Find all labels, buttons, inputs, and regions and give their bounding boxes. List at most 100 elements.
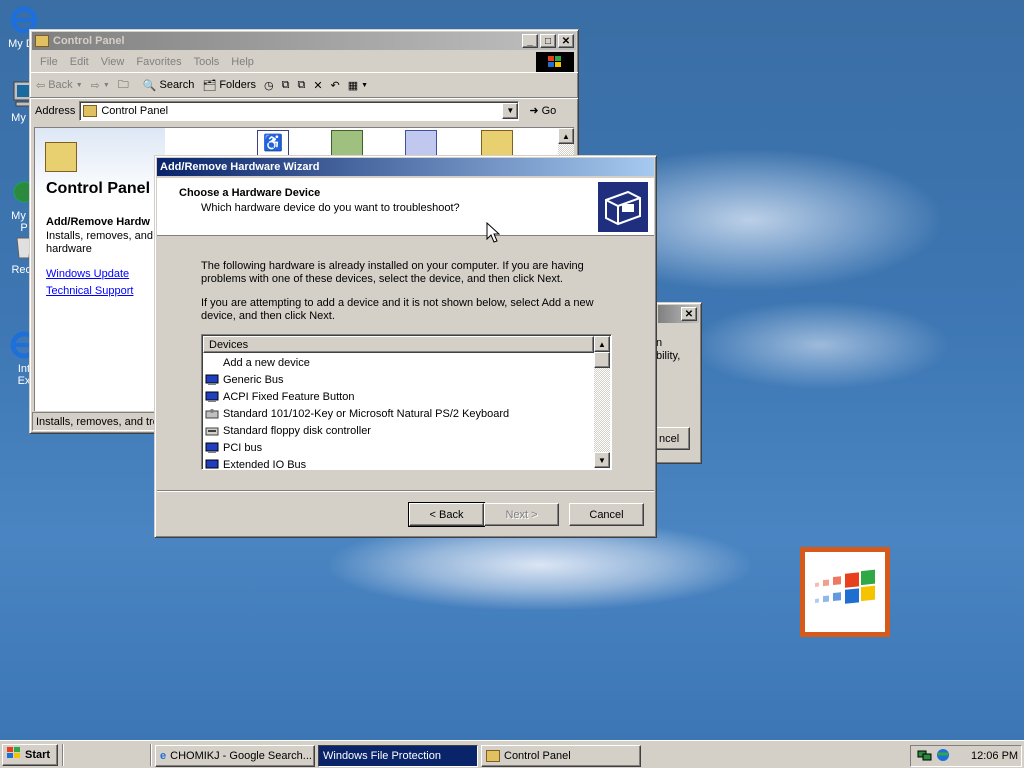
- control-panel-icon: [486, 750, 500, 762]
- computer-icon: [205, 391, 219, 403]
- address-dropdown-button[interactable]: ▼: [502, 102, 519, 119]
- devices-column-header[interactable]: Devices: [203, 336, 594, 353]
- delete-button[interactable]: ✕: [313, 79, 322, 92]
- system-tray: 12:06 PM: [910, 745, 1022, 767]
- list-item[interactable]: ACPI Fixed Feature Button: [202, 388, 611, 405]
- start-button[interactable]: Start: [2, 743, 58, 766]
- status-text: Installs, removes, and tro: [36, 416, 159, 428]
- folder-options-icon[interactable]: [481, 130, 513, 156]
- wizard-heading: Choose a Hardware Device: [179, 187, 321, 199]
- close-button[interactable]: ✕: [558, 34, 574, 48]
- address-input[interactable]: Control Panel ▼: [79, 100, 520, 121]
- search-button[interactable]: 🔍 Search: [143, 79, 195, 92]
- keyboard-icon: [205, 408, 219, 420]
- go-arrow-icon: ➜: [529, 105, 539, 117]
- control-panel-icon: [83, 104, 98, 117]
- address-bar: Address Control Panel ▼ ➜ Go: [30, 98, 578, 122]
- wizard-header: Choose a Hardware Device Which hardware …: [157, 178, 654, 236]
- technical-support-link[interactable]: Technical Support: [46, 285, 133, 297]
- taskbar-separator: [62, 744, 64, 766]
- computer-icon: [205, 459, 219, 469]
- back-button[interactable]: < Back: [408, 502, 485, 527]
- cancel-button[interactable]: ncel: [656, 427, 690, 450]
- maximize-button[interactable]: □: [540, 34, 556, 48]
- dialog-titlebar[interactable]: ✕: [658, 305, 699, 323]
- devices-scrollbar[interactable]: ▲ ▼: [594, 336, 610, 468]
- accessibility-icon[interactable]: ♿: [257, 130, 289, 156]
- clock[interactable]: 12:06 PM: [971, 750, 1018, 762]
- up-folder-icon: 🗀: [117, 78, 129, 91]
- copy-to-icon: ⧉: [297, 78, 306, 91]
- menu-edit[interactable]: Edit: [64, 56, 95, 68]
- folders-icon: 🗂: [202, 79, 217, 92]
- history-icon: ◷: [264, 79, 274, 92]
- scroll-thumb[interactable]: [594, 352, 610, 368]
- list-item[interactable]: Add a new device: [202, 354, 611, 371]
- scroll-up-button[interactable]: ▲: [594, 336, 610, 352]
- folders-button[interactable]: 🗂 Folders: [202, 79, 256, 92]
- menu-tools[interactable]: Tools: [188, 56, 226, 68]
- back-button[interactable]: ⇦ Back ▼: [36, 79, 83, 92]
- panel-title: Control Panel: [46, 180, 151, 197]
- devices-listview[interactable]: Devices Add a new device Generic Bus ACP…: [201, 334, 612, 470]
- address-label: Address: [35, 104, 76, 117]
- windows-update-link[interactable]: Windows Update: [46, 268, 133, 280]
- administrative-tools-icon[interactable]: [405, 130, 437, 156]
- undo-icon: ↶: [330, 79, 340, 92]
- dialog-text: n bility,: [656, 337, 681, 362]
- move-to-button[interactable]: ⧉: [282, 79, 290, 92]
- windows-file-protection-dialog[interactable]: ✕ n bility, ncel: [655, 302, 702, 464]
- menu-file[interactable]: File: [34, 56, 64, 68]
- control-panel-icon: [35, 35, 49, 47]
- floppy-controller-icon: [205, 425, 219, 437]
- close-button[interactable]: ✕: [681, 307, 697, 321]
- minimize-button[interactable]: _: [522, 34, 538, 48]
- menu-view[interactable]: View: [95, 56, 131, 68]
- window-title: Control Panel: [53, 35, 125, 47]
- chevron-down-icon: ▼: [102, 81, 110, 89]
- forward-arrow-icon: ⇨: [90, 79, 100, 92]
- chevron-down-icon: ▼: [75, 81, 83, 89]
- list-item[interactable]: PCI bus: [202, 439, 611, 456]
- wizard-titlebar[interactable]: Add/Remove Hardware Wizard: [157, 158, 654, 176]
- wizard-separator: [157, 490, 654, 492]
- taskbar-button-windows-file-protection[interactable]: Windows File Protection: [318, 745, 478, 767]
- control-panel-titlebar[interactable]: Control Panel _ □ ✕: [32, 32, 576, 50]
- desktop-cloud: [690, 300, 950, 390]
- add-remove-hardware-wizard[interactable]: Add/Remove Hardware Wizard Choose a Hard…: [154, 155, 657, 538]
- list-item[interactable]: Standard floppy disk controller: [202, 422, 611, 439]
- list-item[interactable]: Extended IO Bus: [202, 456, 611, 469]
- taskbar-button-control-panel[interactable]: Control Panel: [481, 745, 641, 767]
- scroll-down-button[interactable]: ▼: [594, 452, 610, 468]
- taskbar: Start e CHOMIKJ - Google Search... Windo…: [0, 740, 1024, 768]
- forward-button[interactable]: ⇨ ▼: [91, 79, 110, 92]
- move-to-icon: ⧉: [281, 78, 290, 91]
- list-item[interactable]: Standard 101/102-Key or Microsoft Natura…: [202, 405, 611, 422]
- selected-item-desc: Installs, removes, and hardware: [46, 230, 153, 255]
- undo-button[interactable]: ↶: [331, 79, 340, 92]
- menu-favorites[interactable]: Favorites: [130, 56, 187, 68]
- history-button[interactable]: ◷: [264, 79, 274, 92]
- views-button[interactable]: ▦ ▼: [348, 79, 368, 92]
- scroll-up-button[interactable]: ▲: [558, 128, 574, 144]
- add-remove-programs-icon[interactable]: [331, 130, 363, 156]
- go-button[interactable]: ➜ Go: [529, 104, 556, 118]
- windows-logo-image: [800, 547, 890, 637]
- up-folder-button[interactable]: 🗀: [118, 76, 129, 95]
- cancel-button[interactable]: Cancel: [569, 503, 644, 526]
- taskbar-separator: [150, 744, 152, 766]
- next-button[interactable]: Next >: [484, 503, 559, 526]
- wizard-paragraph-2: If you are attempting to add a device an…: [201, 297, 594, 322]
- menu-help[interactable]: Help: [225, 56, 260, 68]
- selected-item-title: Add/Remove Hardw: [46, 216, 150, 228]
- wizard-title: Add/Remove Hardware Wizard: [160, 161, 320, 173]
- standard-toolbar: ⇦ Back ▼ ⇨ ▼ 🗀 🔍 Search 🗂 Folders ◷ ⧉ ⧉ …: [30, 72, 578, 98]
- globe-tray-icon[interactable]: [935, 748, 951, 765]
- taskbar-button-google-search[interactable]: e CHOMIKJ - Google Search...: [155, 745, 315, 767]
- network-tray-icon[interactable]: [917, 748, 933, 765]
- computer-icon: [205, 374, 219, 386]
- computer-icon: [205, 442, 219, 454]
- list-item[interactable]: Generic Bus: [202, 371, 611, 388]
- copy-to-button[interactable]: ⧉: [297, 79, 305, 92]
- windows-flag-icon: [536, 52, 574, 72]
